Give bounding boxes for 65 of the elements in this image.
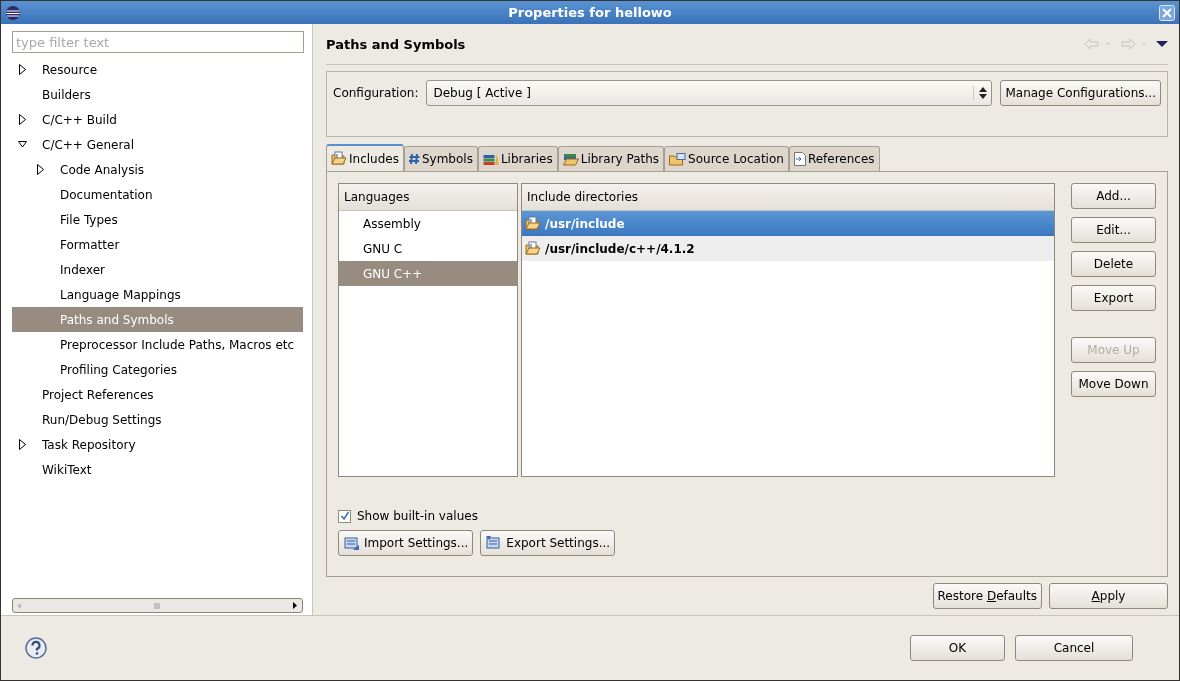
page-title: Paths and Symbols bbox=[326, 36, 467, 52]
window-title: Properties for hellowo bbox=[507, 5, 673, 20]
hash-icon bbox=[408, 153, 420, 165]
tree-item[interactable]: Run/Debug Settings bbox=[12, 407, 303, 432]
menu-caret-icon[interactable] bbox=[1156, 40, 1168, 48]
tab[interactable]: Source Location bbox=[664, 146, 789, 171]
collapsed-arrow-icon[interactable] bbox=[18, 439, 27, 450]
column-header: Languages bbox=[339, 184, 517, 211]
tree-item[interactable]: Project References bbox=[12, 382, 303, 407]
side-button[interactable]: Add... bbox=[1071, 183, 1156, 209]
tree-item[interactable]: Code Analysis bbox=[12, 157, 303, 182]
include-folder-icon bbox=[525, 241, 541, 256]
tab[interactable]: Libraries bbox=[477, 146, 558, 171]
collapsed-arrow-icon[interactable] bbox=[36, 164, 45, 175]
tab[interactable]: Library Paths bbox=[557, 146, 665, 171]
tree-item[interactable]: C/C++ Build bbox=[12, 107, 303, 132]
ok-button[interactable]: OK bbox=[910, 635, 1005, 661]
close-icon[interactable] bbox=[1159, 4, 1175, 21]
include-folder-icon bbox=[525, 216, 541, 231]
column-header: Include directories bbox=[522, 184, 1054, 211]
directory-row[interactable]: /usr/include/c++/4.1.2 bbox=[522, 236, 1054, 261]
manage-configurations-button[interactable]: Manage Configurations... bbox=[1000, 80, 1161, 106]
tab[interactable]: Includes bbox=[326, 144, 404, 171]
tree-item[interactable]: Formatter bbox=[12, 232, 303, 257]
import-settings-button[interactable]: Import Settings... bbox=[338, 530, 474, 556]
side-button[interactable]: Delete bbox=[1071, 251, 1156, 277]
directory-row[interactable]: /usr/include bbox=[522, 211, 1054, 236]
tab[interactable]: References bbox=[788, 146, 880, 171]
globe-icon bbox=[5, 4, 21, 21]
apply-button[interactable]: Apply bbox=[1049, 583, 1168, 609]
document-icon bbox=[793, 152, 806, 166]
export-settings-button[interactable]: Export Settings... bbox=[480, 530, 616, 556]
tree-item[interactable]: Language Mappings bbox=[12, 282, 303, 307]
tree-item[interactable]: Preprocessor Include Paths, Macros etc bbox=[12, 332, 303, 357]
show-built-in-checkbox[interactable]: Show built-in values bbox=[338, 509, 1156, 523]
collapsed-arrow-icon[interactable] bbox=[18, 64, 27, 75]
configuration-label: Configuration: bbox=[333, 85, 419, 102]
restore-defaults-button[interactable]: Restore Defaults bbox=[932, 583, 1042, 609]
books-folder-icon bbox=[562, 152, 579, 166]
tree-item[interactable]: C/C++ General bbox=[12, 132, 303, 157]
import-icon bbox=[343, 535, 361, 551]
tree-item[interactable]: Resource bbox=[12, 57, 303, 82]
tree-item[interactable]: Indexer bbox=[12, 257, 303, 282]
checkbox[interactable] bbox=[338, 509, 351, 523]
tab[interactable]: Symbols bbox=[403, 146, 478, 171]
books-icon bbox=[482, 152, 499, 166]
cancel-button[interactable]: Cancel bbox=[1015, 635, 1133, 661]
folder-icon bbox=[669, 152, 687, 166]
tree-item[interactable]: Documentation bbox=[12, 182, 303, 207]
filter-field[interactable]: type filter text bbox=[12, 31, 304, 53]
folder-icon bbox=[331, 151, 347, 166]
horizontal-scrollbar[interactable] bbox=[12, 598, 303, 613]
side-button[interactable]: Export bbox=[1071, 285, 1156, 311]
side-button[interactable]: Move Down bbox=[1071, 371, 1156, 397]
tree-item[interactable]: Task Repository bbox=[12, 432, 303, 457]
help-icon[interactable] bbox=[25, 637, 47, 659]
tree-item[interactable]: File Types bbox=[12, 207, 303, 232]
configuration-dropdown[interactable]: Debug [ Active ] bbox=[426, 80, 993, 106]
tree-item[interactable]: Profiling Categories bbox=[12, 357, 303, 382]
side-button[interactable]: Edit... bbox=[1071, 217, 1156, 243]
collapsed-arrow-icon[interactable] bbox=[18, 114, 27, 125]
tree-item[interactable]: Builders bbox=[12, 82, 303, 107]
tree-item[interactable]: WikiText bbox=[12, 457, 303, 482]
scroll-grip-icon[interactable] bbox=[151, 601, 162, 610]
expanded-arrow-icon[interactable] bbox=[18, 139, 27, 150]
